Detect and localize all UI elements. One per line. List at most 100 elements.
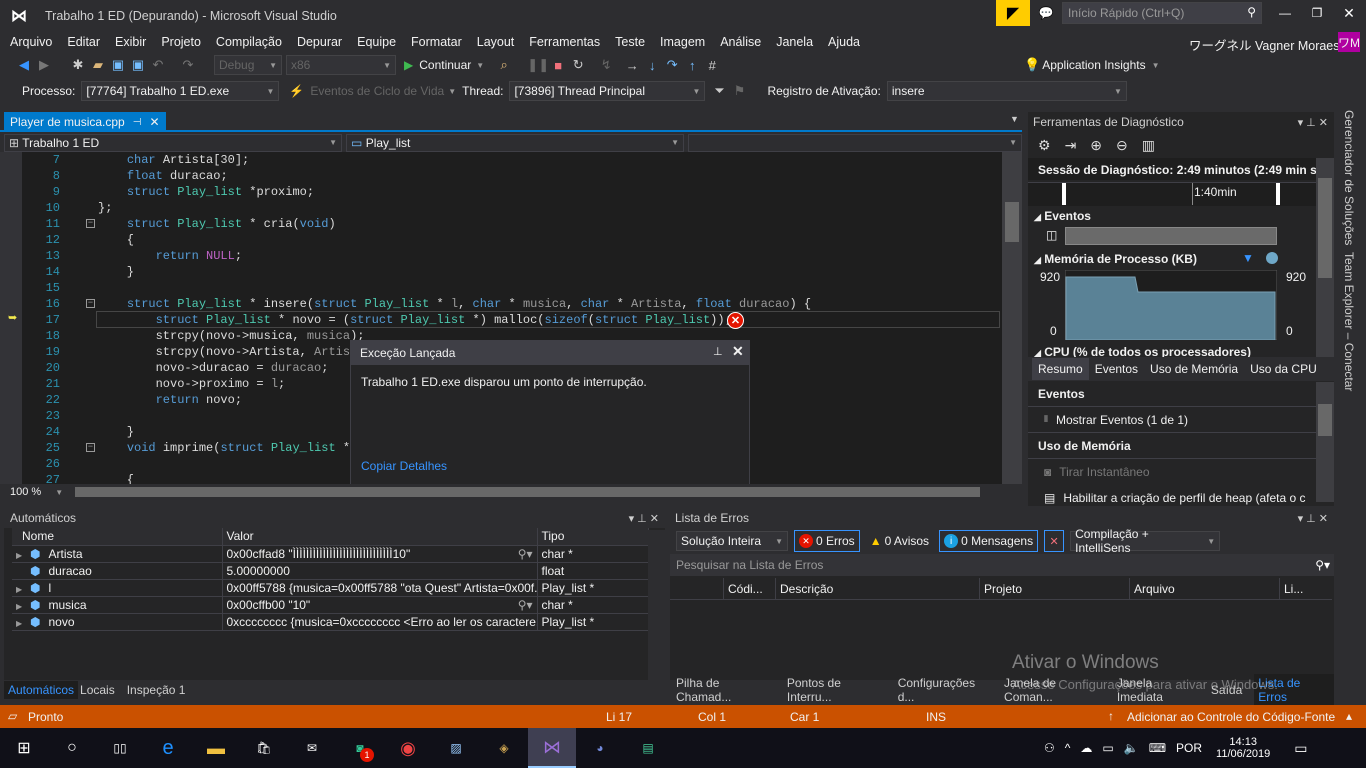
code-line[interactable]: 17 struct Play_list * novo = (struct Pla… (0, 312, 1000, 328)
summary-scrollbar[interactable] (1316, 382, 1334, 502)
redo-icon[interactable]: ↷ (178, 55, 198, 75)
column-arquivo[interactable]: Arquivo (1130, 577, 1280, 600)
tab-breakpoints[interactable]: Pontos de Interru... (787, 676, 886, 704)
windows-start-icon[interactable]: ⊞ (0, 728, 48, 768)
events-section-header[interactable]: ◢ Eventos (1034, 209, 1091, 223)
editor-horizontal-scrollbar[interactable] (75, 487, 981, 497)
platform-dropdown[interactable]: x86 ▼ (286, 55, 396, 75)
close-popup-icon[interactable]: ✕ (732, 343, 744, 360)
column-projeto[interactable]: Projeto (980, 577, 1130, 600)
keyboard-icon[interactable]: ⌨ (1149, 741, 1166, 755)
menu-exibir[interactable]: Exibir (115, 35, 146, 49)
tab-player-de-musica[interactable]: Player de musica.cpp ⊣ ✕ (4, 112, 166, 132)
export-icon[interactable]: ⇥ (1065, 137, 1077, 154)
variable-value[interactable]: 0xcccccccc {musica=0xcccccccc <Erro ao l… (227, 615, 537, 629)
edge-icon[interactable]: e (144, 728, 192, 768)
autos-row[interactable]: ▶ ⬢ l 0x00ff5788 {musica=0x00ff5788 "ota Qu… (12, 579, 649, 597)
graph-scrollbar[interactable] (1316, 158, 1334, 358)
process-dropdown[interactable]: [77764] Trabalho 1 ED.exe ▼ (81, 81, 280, 101)
menu-depurar[interactable]: Depurar (297, 35, 342, 49)
settings-gear-icon[interactable]: ⚙ (1038, 137, 1051, 154)
show-events-button[interactable]: ⦀ Mostrar Eventos (1 de 1) (1028, 407, 1316, 433)
volume-icon[interactable]: 🔈 (1124, 741, 1139, 755)
hex-icon[interactable]: # (702, 55, 722, 75)
clear-filter-icon[interactable]: ✕ (1044, 530, 1065, 552)
store-icon[interactable]: 🛍 (240, 728, 288, 768)
tab-uso-de-memoria[interactable]: Uso de Memória (1144, 358, 1244, 380)
menu-editar[interactable]: Editar (67, 35, 100, 49)
zoom-out-icon[interactable]: ⊖ (1116, 137, 1128, 154)
close-button[interactable]: ✕ (1334, 2, 1364, 24)
minimize-button[interactable]: — (1270, 2, 1300, 24)
step-into-icon[interactable]: ↓ (642, 55, 662, 75)
messages-filter-button[interactable]: i0 Mensagens (939, 530, 1039, 552)
menu-janela[interactable]: Janela (776, 35, 813, 49)
onedrive-icon[interactable]: ☁ (1080, 741, 1092, 755)
timeline-start-handle[interactable] (1062, 183, 1066, 205)
menu-formatar[interactable]: Formatar (411, 35, 462, 49)
column-nome[interactable]: Nome (12, 528, 223, 546)
language-indicator[interactable]: POR (1176, 741, 1202, 755)
mail-icon[interactable]: ✉ (288, 728, 336, 768)
filter-thread-icon[interactable]: ⏷ (709, 81, 729, 101)
variable-value[interactable]: 5.00000000 (227, 564, 290, 578)
photos-icon[interactable]: ▨ (432, 728, 480, 768)
panel-menu-icons[interactable]: ▾ ⊥ ✕ (1298, 512, 1328, 525)
code-line[interactable]: 15 (0, 280, 1000, 296)
app-insights-button[interactable]: Application Insights ▼ (1042, 58, 1159, 72)
scroll-thumb[interactable] (1005, 202, 1019, 242)
forward-icon[interactable]: ▶ (34, 55, 54, 75)
chrome-icon[interactable]: ◉ (384, 728, 432, 768)
menu-teste[interactable]: Teste (615, 35, 645, 49)
code-line[interactable]: 12 { (0, 232, 1000, 248)
expand-icon[interactable]: ▶ (16, 551, 30, 560)
source-filter-dropdown[interactable]: Compilação + IntelliSens ▼ (1070, 527, 1221, 555)
flag-thread-icon[interactable]: ⚑ (729, 81, 749, 101)
copy-details-link[interactable]: Copiar Detalhes (361, 459, 447, 473)
heap-profiling-button[interactable]: ▤ Habilitar a criação de perfil de heap (… (1028, 485, 1316, 506)
scope-dropdown[interactable]: ▭ Play_list ▼ (346, 133, 684, 152)
menu-analise[interactable]: Análise (720, 35, 761, 49)
panel-menu-icons[interactable]: ▾ ⊥ ✕ (629, 512, 659, 525)
code-line[interactable]: 16 struct Play_list * insere(struct Play… (0, 296, 1000, 312)
stop-icon[interactable]: ■ (548, 55, 568, 75)
memory-section-header[interactable]: ◢ Memória de Processo (KB) (1034, 252, 1197, 266)
pin-icon[interactable]: ⊣ (133, 117, 142, 128)
open-file-icon[interactable]: ▰ (88, 55, 108, 75)
file-explorer-icon[interactable]: ▬ (192, 728, 240, 768)
column-tipo[interactable]: Tipo (537, 528, 649, 546)
team-explorer-tab[interactable]: Team Explorer – Conectar (1342, 252, 1356, 391)
visualizer-icon[interactable]: ⚲▾ (518, 598, 533, 612)
warnings-filter-button[interactable]: ▲ 0 Avisos (866, 530, 933, 552)
show-hidden-icons[interactable]: ^ (1065, 741, 1071, 755)
expand-icon[interactable]: ▶ (16, 619, 30, 628)
tab-eventos[interactable]: Eventos (1089, 358, 1144, 380)
show-next-statement-icon[interactable]: → (622, 55, 642, 75)
menu-imagem[interactable]: Imagem (660, 35, 705, 49)
code-line[interactable]: 13 return NULL; (0, 248, 1000, 264)
menu-arquivo[interactable]: Arquivo (10, 35, 52, 49)
menu-ajuda[interactable]: Ajuda (828, 35, 860, 49)
back-icon[interactable]: ◀ (14, 55, 34, 75)
people-icon[interactable]: ⚇ (1044, 741, 1055, 755)
thread-dropdown[interactable]: [73896] Thread Principal ▼ (509, 81, 706, 101)
visual-studio-taskbar-icon[interactable]: ⋈ (528, 728, 576, 768)
tab-automaticos[interactable]: Automáticos (4, 681, 79, 699)
tab-uso-da-cpu[interactable]: Uso da CPU (1244, 358, 1323, 380)
autos-row[interactable]: ⬢ duracao 5.00000000 float (12, 562, 649, 580)
variable-value[interactable]: 0x00cffad8 "ÌÌÌÌÌÌÌÌÌÌÌÌÌÌÌÌÌÌÌÌÌÌÌÌÌÌÌÌ… (227, 547, 411, 561)
variable-value[interactable]: 0x00ff5788 {musica=0x00ff5788 "ota Quest… (227, 581, 537, 595)
memory-graph[interactable] (1065, 270, 1277, 340)
break-all-icon[interactable]: ❚❚ (527, 55, 549, 75)
discord-icon[interactable]: ◕ (576, 728, 624, 768)
cpu-section-header[interactable]: ◢ CPU (% de todos os processadores) (1034, 345, 1251, 357)
collapse-icon[interactable]: − (86, 219, 95, 228)
timeline-ruler[interactable]: 1:40min (1028, 182, 1316, 206)
code-line[interactable]: 9 struct Play_list *proximo; (0, 184, 1000, 200)
scope-filter-dropdown[interactable]: Solução Inteira ▼ (676, 531, 788, 551)
menu-equipe[interactable]: Equipe (357, 35, 396, 49)
find-process-icon[interactable]: ⌕ (494, 55, 514, 75)
notifications-icon[interactable]: ▴ (1346, 709, 1352, 723)
solution-explorer-tab[interactable]: Gerenciador de Soluções (1342, 110, 1356, 245)
code-line[interactable]: 11 struct Play_list * cria(void) − (0, 216, 1000, 232)
